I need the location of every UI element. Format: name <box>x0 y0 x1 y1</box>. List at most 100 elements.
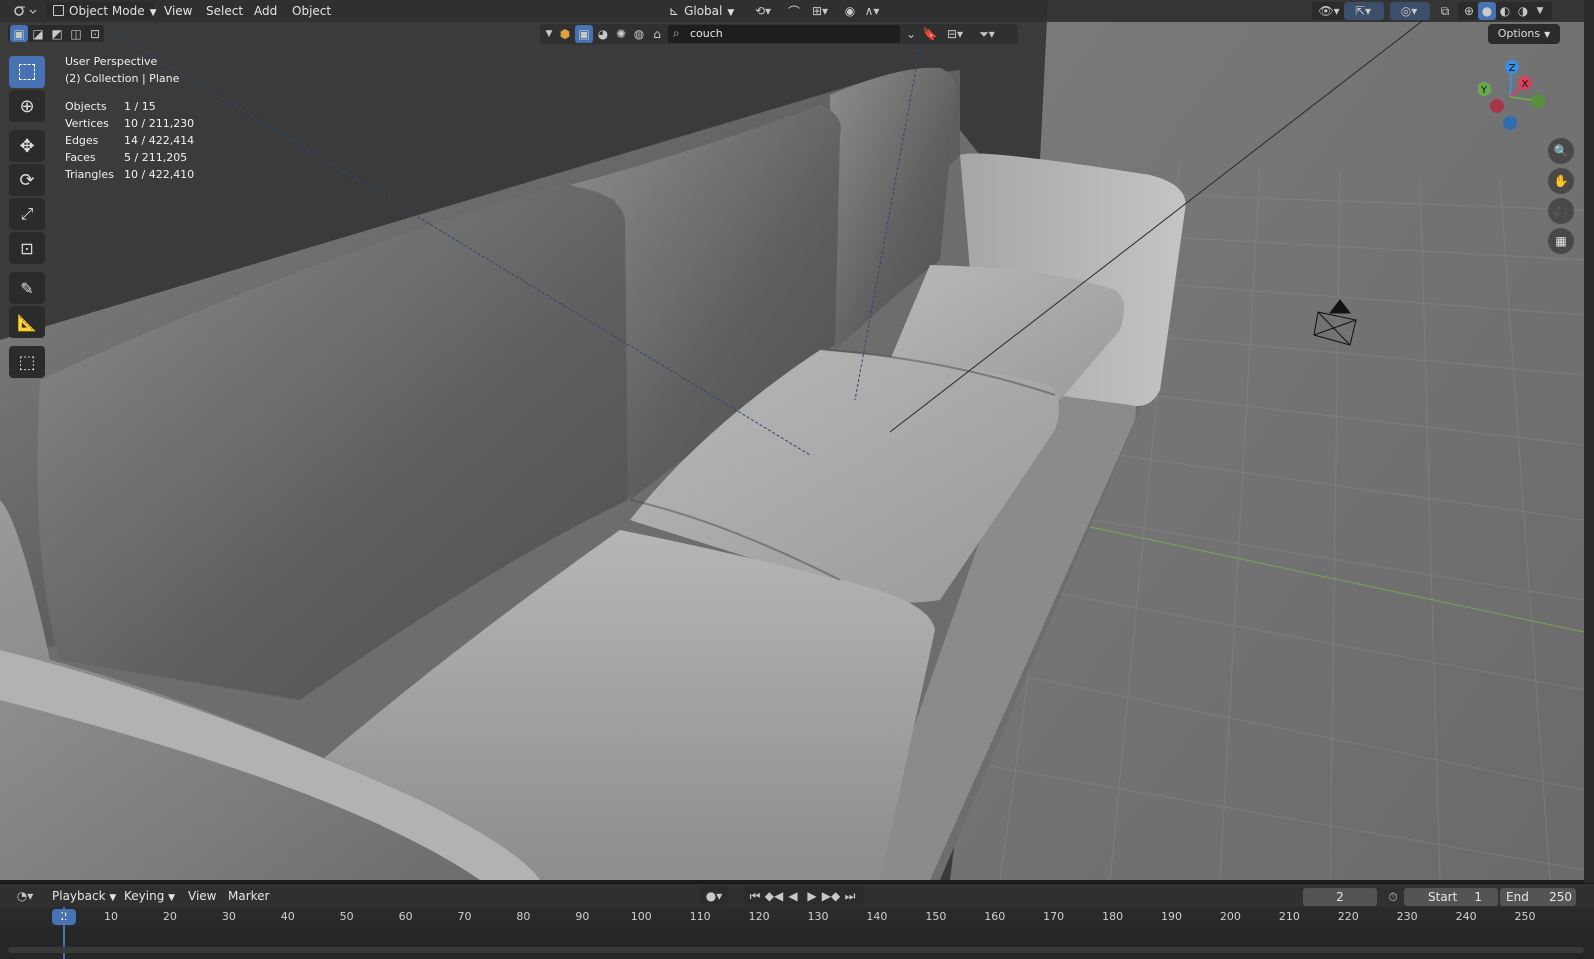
add-cube-tool[interactable]: ⬚ <box>9 346 45 378</box>
orientation-label: Global <box>684 4 723 18</box>
timeline-tick-label: 40 <box>280 910 295 923</box>
snap-target-icon[interactable]: ⊞▾ <box>806 2 834 20</box>
search-input[interactable]: couch <box>690 27 723 40</box>
rendered-shading-icon[interactable]: ◑ <box>1514 2 1532 20</box>
falloff-icon[interactable]: ∧▾ <box>860 2 884 20</box>
move-tool[interactable]: ✥ <box>9 130 45 162</box>
start-frame-field[interactable]: Start 1 <box>1404 888 1498 906</box>
gizmo-neg-y[interactable] <box>1531 94 1545 108</box>
camera-view-icon[interactable]: 🎥 <box>1548 198 1574 224</box>
timeline-tick-label: 230 <box>1396 910 1418 923</box>
timeline-tick-label: 150 <box>925 910 947 923</box>
stat-triangles-value: 10 / 422,410 <box>124 168 195 181</box>
gizmo-neg-z[interactable] <box>1503 116 1517 130</box>
select-subtract-icon[interactable]: ◩ <box>48 25 66 42</box>
current-frame-field[interactable]: 2 <box>1303 888 1377 906</box>
select-extend-icon[interactable]: ◪ <box>29 25 47 42</box>
stat-vertices-label: Vertices <box>65 117 109 130</box>
timeline-menu-view[interactable]: View <box>188 887 216 905</box>
annotate-tool[interactable]: ✎ <box>9 272 45 304</box>
jump-start-icon[interactable]: ⏮ <box>746 887 764 905</box>
select-box-tool[interactable] <box>9 56 45 88</box>
material-filter-icon[interactable]: ◕ <box>594 25 612 43</box>
prev-keyframe-icon[interactable]: ◆◀ <box>765 887 783 905</box>
shading-group: ⊕ ● ◐ ◑ ▼ <box>1458 2 1552 20</box>
chevron-down-icon: ▼ <box>149 8 157 18</box>
proportional-edit-icon[interactable]: ◉ <box>842 2 858 20</box>
select-new-icon[interactable]: ▣ <box>10 25 28 42</box>
mode-dropdown[interactable]: Object Mode ▼ <box>46 2 157 20</box>
menu-view[interactable]: View <box>164 2 192 20</box>
menu-add[interactable]: Add <box>254 2 277 20</box>
timeline-tick-label: 140 <box>866 910 888 923</box>
jump-end-icon[interactable]: ⏭ <box>841 887 859 905</box>
bookmark-icon[interactable]: 🔖 <box>922 25 938 43</box>
collection-info: (2) Collection | Plane <box>65 72 180 85</box>
scene-render <box>0 0 1584 880</box>
timeline-tick-label: 200 <box>1219 910 1241 923</box>
timeline-ruler[interactable]: 2 10203040506070809010011012013014015016… <box>0 907 1594 927</box>
scale-tool[interactable]: ⤢ <box>9 198 45 230</box>
gizmo-toggle[interactable]: ⇱▾ <box>1344 2 1384 20</box>
clock-editor-icon[interactable]: ◔▾ <box>10 887 40 905</box>
chevron-down-icon[interactable]: ⌄ <box>902 25 920 43</box>
mesh-filter-icon[interactable]: ▣ <box>575 25 593 43</box>
stat-vertices-value: 10 / 211,230 <box>124 117 195 130</box>
world-filter-icon[interactable]: ◍ <box>630 25 648 43</box>
timeline-menu-playback[interactable]: Playback ▼ <box>52 887 116 905</box>
eye-icon[interactable]: 👁▾ <box>1316 2 1342 20</box>
mode-label: Object Mode <box>69 4 145 18</box>
overlays-toggle[interactable]: ◎▾ <box>1390 2 1430 20</box>
timeline-tick-label: 10 <box>104 910 118 923</box>
stopwatch-icon[interactable]: ⏱ <box>1384 888 1402 906</box>
end-value: 250 <box>1549 890 1572 904</box>
xray-icon[interactable]: ⧉ <box>1436 2 1454 20</box>
filter-icon[interactable]: ⏷▾ <box>972 25 1002 43</box>
pivot-point-icon[interactable]: ⟲▾ <box>748 2 778 20</box>
3d-viewport[interactable]: Object Mode ▼ View Select Add Object ⊾ Glo… <box>0 0 1584 880</box>
timeline-tick-label: 70 <box>457 910 472 923</box>
stat-objects-value: 1 / 15 <box>124 100 156 113</box>
ortho-grid-icon[interactable]: ▦ <box>1548 228 1574 254</box>
timeline-scrollbar[interactable] <box>8 947 1584 953</box>
rotate-tool[interactable]: ⟳ <box>9 164 45 196</box>
select-intersect-icon[interactable]: ⊡ <box>86 25 104 42</box>
scale-icon: ⤢ <box>20 204 34 223</box>
wireframe-shading-icon[interactable]: ⊕ <box>1460 2 1478 20</box>
end-frame-field[interactable]: End 250 <box>1500 888 1576 906</box>
add-cube-icon: ⬚ <box>18 351 36 373</box>
search-field[interactable]: ⌕ couch <box>668 25 900 43</box>
transform-orientation-dropdown[interactable]: ⊾ Global ▼ <box>662 2 750 20</box>
navigation-gizmo[interactable]: Z X Y <box>1478 55 1562 139</box>
play-reverse-icon[interactable]: ◀ <box>784 887 802 905</box>
options-dropdown[interactable]: Options ▼ <box>1488 24 1560 44</box>
select-invert-icon[interactable]: ◫ <box>67 25 85 42</box>
play-icon[interactable]: ▶ <box>803 887 821 905</box>
next-keyframe-icon[interactable]: ▶◆ <box>822 887 840 905</box>
gizmo-neg-x[interactable] <box>1490 99 1504 113</box>
scene-filter-icon[interactable]: ⌂ <box>648 25 666 43</box>
timeline-track[interactable] <box>0 907 1594 959</box>
timeline-tick-label: 90 <box>575 910 590 923</box>
chevron-down-icon[interactable]: ▼ <box>542 25 556 43</box>
zoom-icon[interactable]: 🔍 <box>1548 138 1574 164</box>
timeline-menu-keying[interactable]: Keying ▼ <box>124 887 175 905</box>
object-filter-icon[interactable]: ⬢ <box>556 25 574 43</box>
snap-icon[interactable]: ⌒ <box>786 2 802 20</box>
editor-type-icon[interactable] <box>10 2 40 20</box>
chevron-down-icon[interactable]: ▼ <box>1532 2 1548 20</box>
menu-select[interactable]: Select <box>206 2 243 20</box>
transform-tool[interactable]: ⊡ <box>9 232 45 264</box>
layout-icon[interactable]: ⊟▾ <box>940 25 970 43</box>
timeline-tick-label: 180 <box>1102 910 1124 923</box>
pan-hand-icon[interactable]: ✋ <box>1548 168 1574 194</box>
record-icon[interactable]: ●▾ <box>700 887 728 905</box>
material-shading-icon[interactable]: ◐ <box>1496 2 1514 20</box>
light-filter-icon[interactable]: ✺ <box>612 25 630 43</box>
cursor-tool[interactable]: ⊕ <box>9 90 45 122</box>
menu-object[interactable]: Object <box>292 2 331 20</box>
annotate-icon: ✎ <box>20 278 34 298</box>
solid-shading-icon[interactable]: ● <box>1478 2 1496 20</box>
measure-tool[interactable]: 📐 <box>9 306 45 338</box>
timeline-menu-marker[interactable]: Marker <box>228 887 269 905</box>
